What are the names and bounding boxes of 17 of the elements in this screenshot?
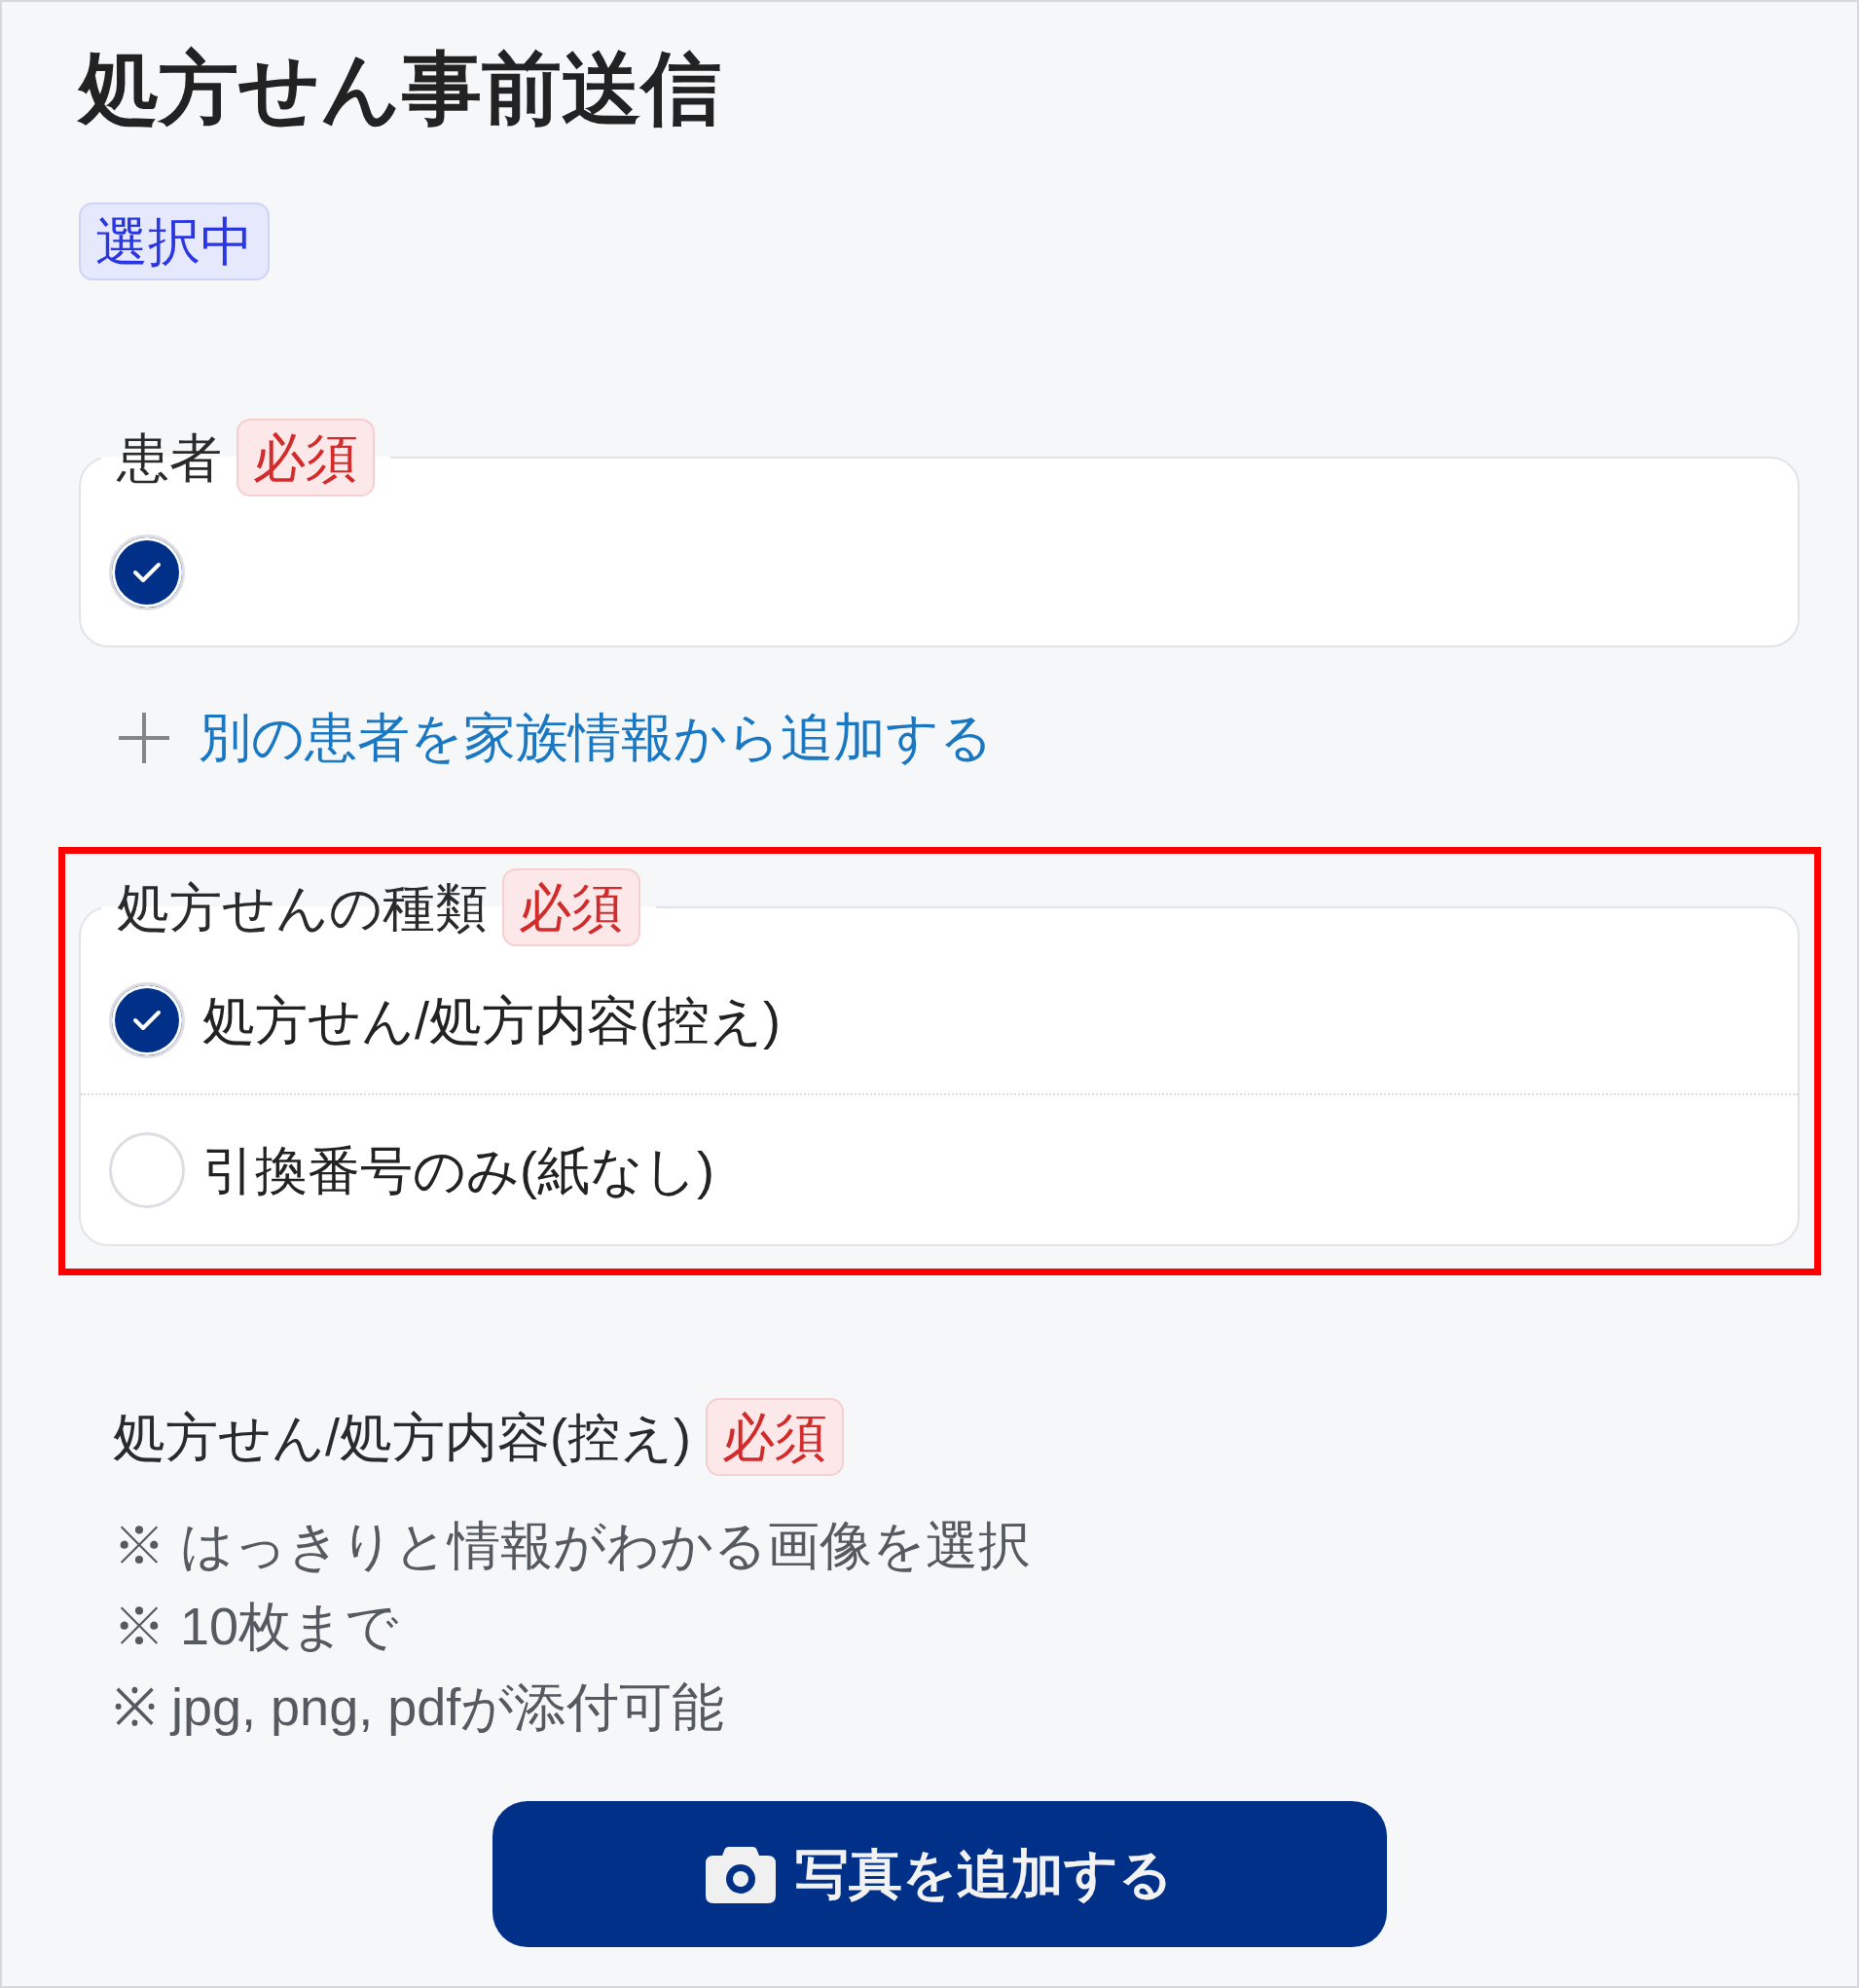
note-text: ※ 10枚まで	[113, 1596, 400, 1658]
field-label: 処方せんの種類	[117, 881, 488, 935]
field-label: 処方せん/処方内容(控え)	[113, 1411, 691, 1464]
field-label: 患者	[117, 431, 222, 485]
status-badge: 選択中	[79, 202, 270, 281]
add-patient-link[interactable]: 別の患者を家族情報から追加する	[117, 706, 993, 770]
required-badge: 必須	[237, 419, 375, 497]
required-badge: 必須	[705, 1398, 844, 1477]
camera-icon	[706, 1845, 776, 1904]
page-title: 処方せん事前送信	[79, 43, 722, 134]
note-text: ※ jpg, png, pdfが添付可能	[113, 1676, 726, 1739]
required-badge: 必須	[502, 868, 640, 947]
plus-icon	[117, 710, 171, 765]
add-photo-button[interactable]: 写真を追加する	[492, 1801, 1387, 1948]
check-icon	[132, 562, 162, 584]
note-text: ※ はっきりと情報がわかる画像を選択	[113, 1515, 1032, 1577]
check-icon	[132, 1009, 162, 1031]
